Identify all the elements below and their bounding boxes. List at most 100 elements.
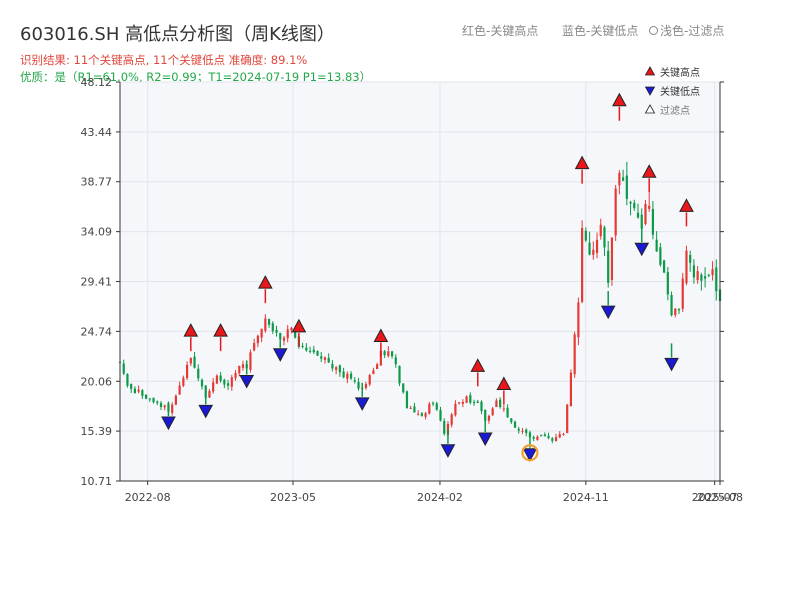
candle-body bbox=[458, 402, 461, 404]
candle-body bbox=[569, 372, 573, 407]
candle-body bbox=[144, 394, 148, 399]
y-tick-label: 43.44 bbox=[81, 126, 113, 139]
candle-body bbox=[402, 383, 405, 393]
candle-body bbox=[308, 350, 312, 352]
candle-body bbox=[465, 396, 468, 403]
candle-body bbox=[558, 434, 561, 438]
candle-body bbox=[525, 429, 528, 434]
candle-body bbox=[122, 363, 125, 374]
legend-label: 关键低点 bbox=[660, 85, 700, 98]
candle-body bbox=[230, 377, 233, 387]
candle-body bbox=[152, 397, 155, 403]
y-tick-label: 24.74 bbox=[81, 325, 113, 338]
candle-body bbox=[335, 367, 338, 370]
candle-body bbox=[312, 349, 315, 353]
candle-body bbox=[189, 357, 192, 364]
candle-body bbox=[681, 278, 684, 309]
candle-body bbox=[275, 329, 278, 333]
legend-label: 过滤点 bbox=[660, 104, 690, 117]
legend-high-icon bbox=[644, 66, 656, 76]
y-tick-label: 34.09 bbox=[81, 226, 113, 239]
candle-body bbox=[517, 428, 520, 431]
candle-body bbox=[618, 172, 621, 186]
candle-body bbox=[428, 403, 431, 414]
candle-body bbox=[159, 403, 163, 407]
candle-body bbox=[551, 438, 554, 441]
candle-body bbox=[592, 249, 595, 255]
candle-body bbox=[573, 334, 576, 375]
x-tick-label: 2025-08 bbox=[697, 491, 743, 504]
candle-body bbox=[234, 372, 237, 379]
candle-body bbox=[599, 224, 602, 237]
candle-body bbox=[208, 390, 211, 398]
candle-body bbox=[156, 401, 159, 403]
candle-body bbox=[226, 383, 230, 386]
candle-body bbox=[256, 335, 259, 344]
candle-body bbox=[662, 260, 666, 273]
candle-body bbox=[554, 437, 558, 441]
candle-body bbox=[215, 375, 218, 384]
candle-body bbox=[301, 345, 304, 347]
candle-body bbox=[349, 373, 353, 379]
candle-body bbox=[480, 401, 483, 412]
candle-body bbox=[439, 409, 442, 421]
candle-body bbox=[588, 242, 591, 255]
candle-body bbox=[182, 377, 185, 386]
candle-body bbox=[603, 227, 606, 248]
candle-body bbox=[655, 239, 658, 252]
x-tick-label: 2023-05 bbox=[270, 491, 316, 504]
candle-body bbox=[491, 408, 494, 416]
candle-body bbox=[502, 408, 505, 410]
legend-label: 关键高点 bbox=[660, 66, 700, 79]
candle-body bbox=[178, 385, 181, 395]
candle-body bbox=[197, 368, 200, 379]
candle-body bbox=[610, 237, 614, 280]
candle-body bbox=[424, 413, 427, 417]
candle-body bbox=[532, 437, 535, 439]
candle-body bbox=[431, 402, 435, 404]
candle-body bbox=[703, 276, 707, 279]
candle-body bbox=[417, 413, 420, 415]
x-tick-label: 2024-02 bbox=[417, 491, 463, 504]
candle-body bbox=[674, 308, 677, 316]
candle-body bbox=[622, 177, 625, 181]
candle-body bbox=[689, 254, 692, 263]
candle-body bbox=[454, 403, 457, 416]
candle-body bbox=[469, 395, 472, 403]
candle-body bbox=[267, 319, 271, 325]
candle-body bbox=[513, 421, 517, 428]
candle-body bbox=[677, 309, 681, 311]
candle-body bbox=[185, 364, 189, 379]
candle-body bbox=[241, 364, 245, 368]
candle-body bbox=[607, 250, 610, 283]
candle-body bbox=[387, 351, 390, 357]
candle-body bbox=[171, 404, 174, 414]
candle-body bbox=[357, 381, 360, 389]
candle-body bbox=[327, 357, 330, 363]
candle-body bbox=[320, 356, 323, 359]
candle-body bbox=[219, 375, 222, 381]
candle-body bbox=[323, 357, 327, 360]
candle-body bbox=[666, 272, 669, 295]
candle-body bbox=[420, 413, 423, 416]
candle-body bbox=[193, 356, 196, 368]
x-tick-label: 2022-08 bbox=[125, 491, 171, 504]
candlestick-chart: 10.71 15.39 20.06 24.74 29.41 34.09 38.77 43.44… bbox=[81, 66, 743, 504]
candle-body bbox=[685, 250, 688, 284]
candle-body bbox=[398, 365, 401, 384]
candle-body bbox=[253, 342, 256, 351]
candle-body bbox=[212, 382, 215, 392]
candle-body bbox=[577, 302, 580, 338]
candle-body bbox=[409, 407, 412, 409]
candle-body bbox=[331, 363, 334, 369]
candle-body bbox=[707, 275, 710, 277]
candle-body bbox=[581, 227, 584, 302]
candle-body bbox=[595, 239, 599, 254]
candle-body bbox=[636, 212, 640, 218]
y-tick-label: 48.12 bbox=[81, 76, 113, 89]
candle-body bbox=[163, 405, 166, 408]
candle-body bbox=[394, 357, 397, 365]
candle-body bbox=[376, 364, 379, 369]
candle-body bbox=[282, 337, 286, 341]
candle-body bbox=[368, 375, 371, 385]
